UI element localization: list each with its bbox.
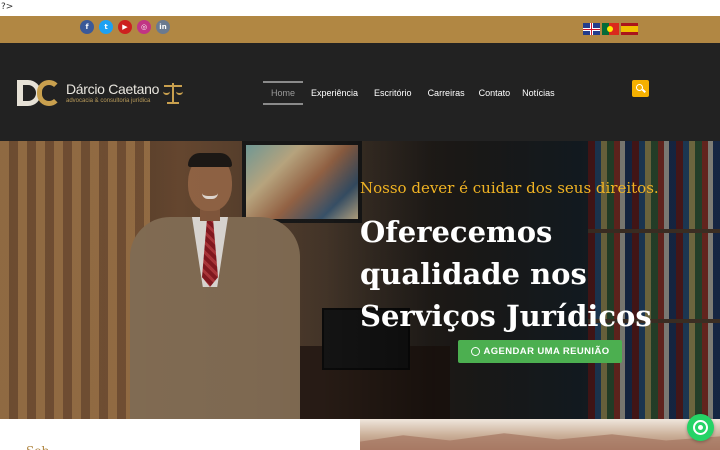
- top-bar: f t ▶ ◎ in: [0, 16, 720, 43]
- nav-escritorio[interactable]: Escritório: [366, 81, 420, 105]
- whatsapp-icon: [470, 347, 480, 356]
- hero-subtitle: Nosso dever é cuidar dos seus direitos.: [360, 179, 659, 197]
- nav-experiencia[interactable]: Experiência: [311, 81, 358, 105]
- english-flag-icon[interactable]: [583, 23, 600, 35]
- youtube-icon[interactable]: ▶: [118, 20, 132, 34]
- nav-contato[interactable]: Contato: [477, 81, 515, 105]
- nav-home[interactable]: Home: [263, 81, 304, 105]
- schedule-meeting-label: AGENDAR UMA REUNIÃO: [483, 346, 610, 357]
- hero-title: Oferecemos qualidade nos Serviços Jurídi…: [360, 215, 652, 333]
- about-heading: Sobre: [26, 445, 48, 450]
- nav-noticias[interactable]: Notícias: [522, 81, 555, 105]
- logo-tagline: advocacia & consultoria jurídica: [66, 97, 151, 104]
- logo-monogram-icon: [15, 78, 65, 108]
- twitter-icon[interactable]: t: [99, 20, 113, 34]
- spanish-flag-icon[interactable]: [621, 23, 638, 35]
- search-button[interactable]: [632, 80, 649, 97]
- scales-of-justice-icon: [163, 80, 184, 106]
- portuguese-flag-icon[interactable]: [602, 23, 619, 35]
- stray-php-text: ?>: [0, 0, 720, 16]
- logo-name: Dárcio Caetano: [66, 80, 160, 97]
- site-header: Dárcio Caetano advocacia & consultoria j…: [0, 43, 720, 141]
- whatsapp-chat-icon: [693, 420, 708, 435]
- about-section: Sobre: [0, 419, 360, 450]
- instagram-icon[interactable]: ◎: [137, 20, 151, 34]
- social-links: f t ▶ ◎ in: [80, 20, 170, 38]
- schedule-meeting-button[interactable]: AGENDAR UMA REUNIÃO: [458, 340, 622, 363]
- nav-carreiras[interactable]: Carreiras: [428, 81, 469, 105]
- site-logo[interactable]: Dárcio Caetano advocacia & consultoria j…: [15, 77, 184, 109]
- whatsapp-float-button[interactable]: [687, 414, 714, 441]
- linkedin-icon[interactable]: in: [156, 20, 170, 34]
- facebook-icon[interactable]: f: [80, 20, 94, 34]
- main-nav: Home Experiência Escritório Carreiras Co…: [263, 81, 555, 105]
- language-switcher: [583, 23, 638, 35]
- landscape-image: [360, 419, 720, 450]
- hero-banner: Nosso dever é cuidar dos seus direitos. …: [0, 141, 720, 419]
